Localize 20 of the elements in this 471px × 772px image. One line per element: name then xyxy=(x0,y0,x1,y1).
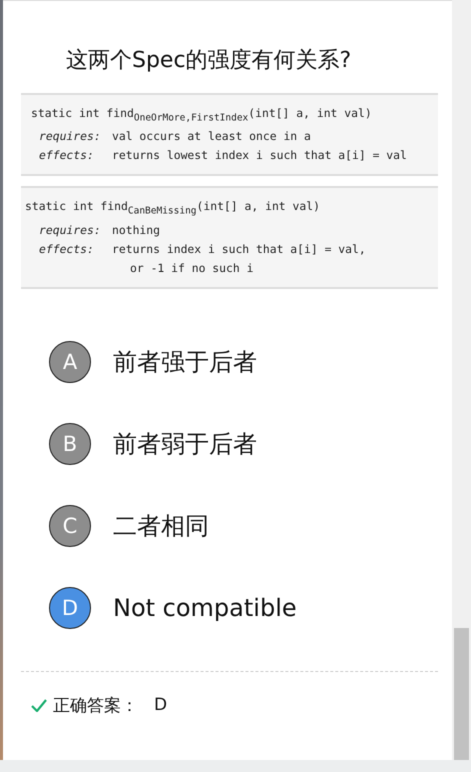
answer-label: 正确答案： xyxy=(53,694,138,717)
scrollbar-thumb[interactable] xyxy=(454,628,469,760)
code-line: static int find$_{CanBeMissing}$(int[] a, int val) xyxy=(25,198,320,219)
clause-label: effects: xyxy=(39,147,95,164)
option-text[interactable]: 二者相同 xyxy=(113,510,209,542)
option-text[interactable]: Not compatible xyxy=(113,594,297,622)
check-icon xyxy=(31,698,47,712)
code-line: or -1 if no such i xyxy=(130,260,254,277)
answer-value: D xyxy=(154,695,168,716)
code-line: val occurs at least once in a xyxy=(112,128,311,146)
option-text[interactable]: 前者强于后者 xyxy=(113,346,257,378)
code-line: static int find$_{OneOrMore,FirstIndex}$(int[] a, int val) xyxy=(31,105,372,126)
question-title: 这两个Spec的强度有何关系? xyxy=(66,47,352,75)
clause-label: requires: xyxy=(39,128,102,146)
clause-label: requires: xyxy=(39,222,102,239)
clause-label: effects: xyxy=(39,240,95,258)
option-text[interactable]: 前者弱于后者 xyxy=(113,428,257,460)
code-line: returns lowest index i such that a[i] = val xyxy=(112,147,407,164)
code-line: returns index i such that a[i] = val, xyxy=(112,240,366,258)
code-line: nothing xyxy=(112,222,160,239)
